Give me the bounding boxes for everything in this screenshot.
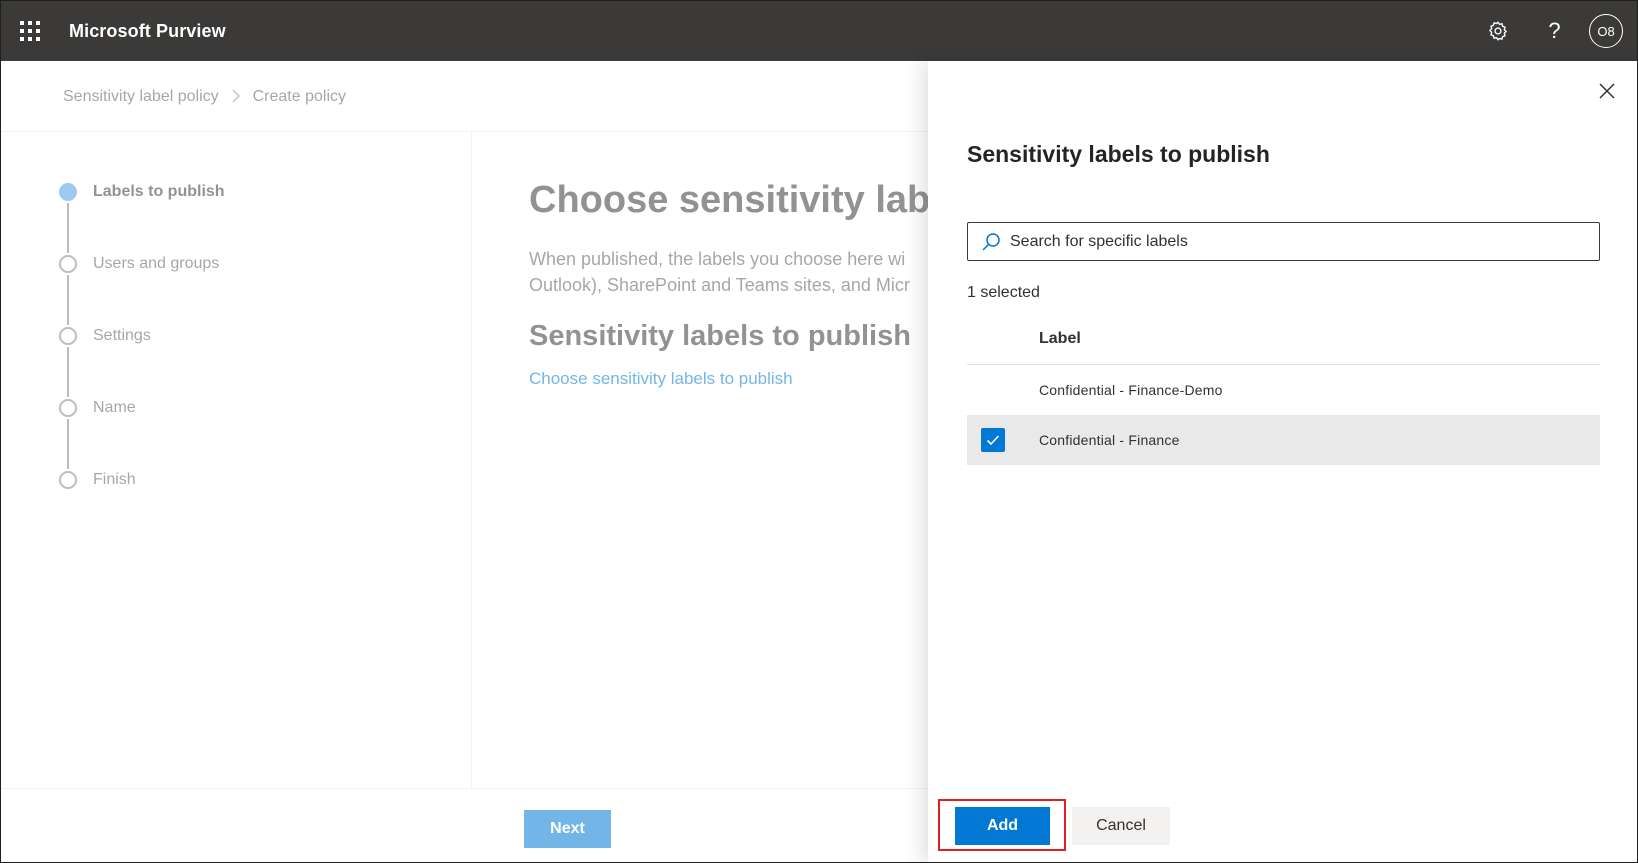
avatar[interactable]: O8 [1589,14,1623,48]
row-checkbox[interactable] [981,428,1005,452]
sensitivity-labels-panel: Sensitivity labels to publish 1 selected… [928,61,1637,862]
help-icon[interactable]: ? [1526,1,1583,61]
gear-icon[interactable] [1469,1,1526,61]
checkmark-icon [986,435,1000,446]
add-button[interactable]: Add [955,807,1050,845]
labels-table: Label Confidential - Finance-Demo Confid… [967,313,1600,465]
table-row[interactable]: Confidential - Finance [967,415,1600,465]
table-header: Label [967,313,1600,365]
close-icon[interactable] [1595,79,1619,103]
cancel-button[interactable]: Cancel [1072,807,1170,845]
column-header-label[interactable]: Label [1039,330,1081,348]
row-label: Confidential - Finance-Demo [1039,382,1223,398]
panel-title: Sensitivity labels to publish [967,141,1270,167]
selected-count: 1 selected [967,284,1040,301]
app-window: Microsoft Purview ? O8 Sensitivity label… [0,0,1638,863]
search-input[interactable] [1010,232,1590,251]
search-icon [980,231,1002,253]
search-box[interactable] [967,222,1600,261]
app-launcher-icon[interactable] [1,1,59,61]
row-label: Confidential - Finance [1039,432,1180,448]
top-bar: Microsoft Purview ? O8 [1,1,1637,61]
table-row[interactable]: Confidential - Finance-Demo [967,365,1600,415]
app-title[interactable]: Microsoft Purview [69,21,226,42]
